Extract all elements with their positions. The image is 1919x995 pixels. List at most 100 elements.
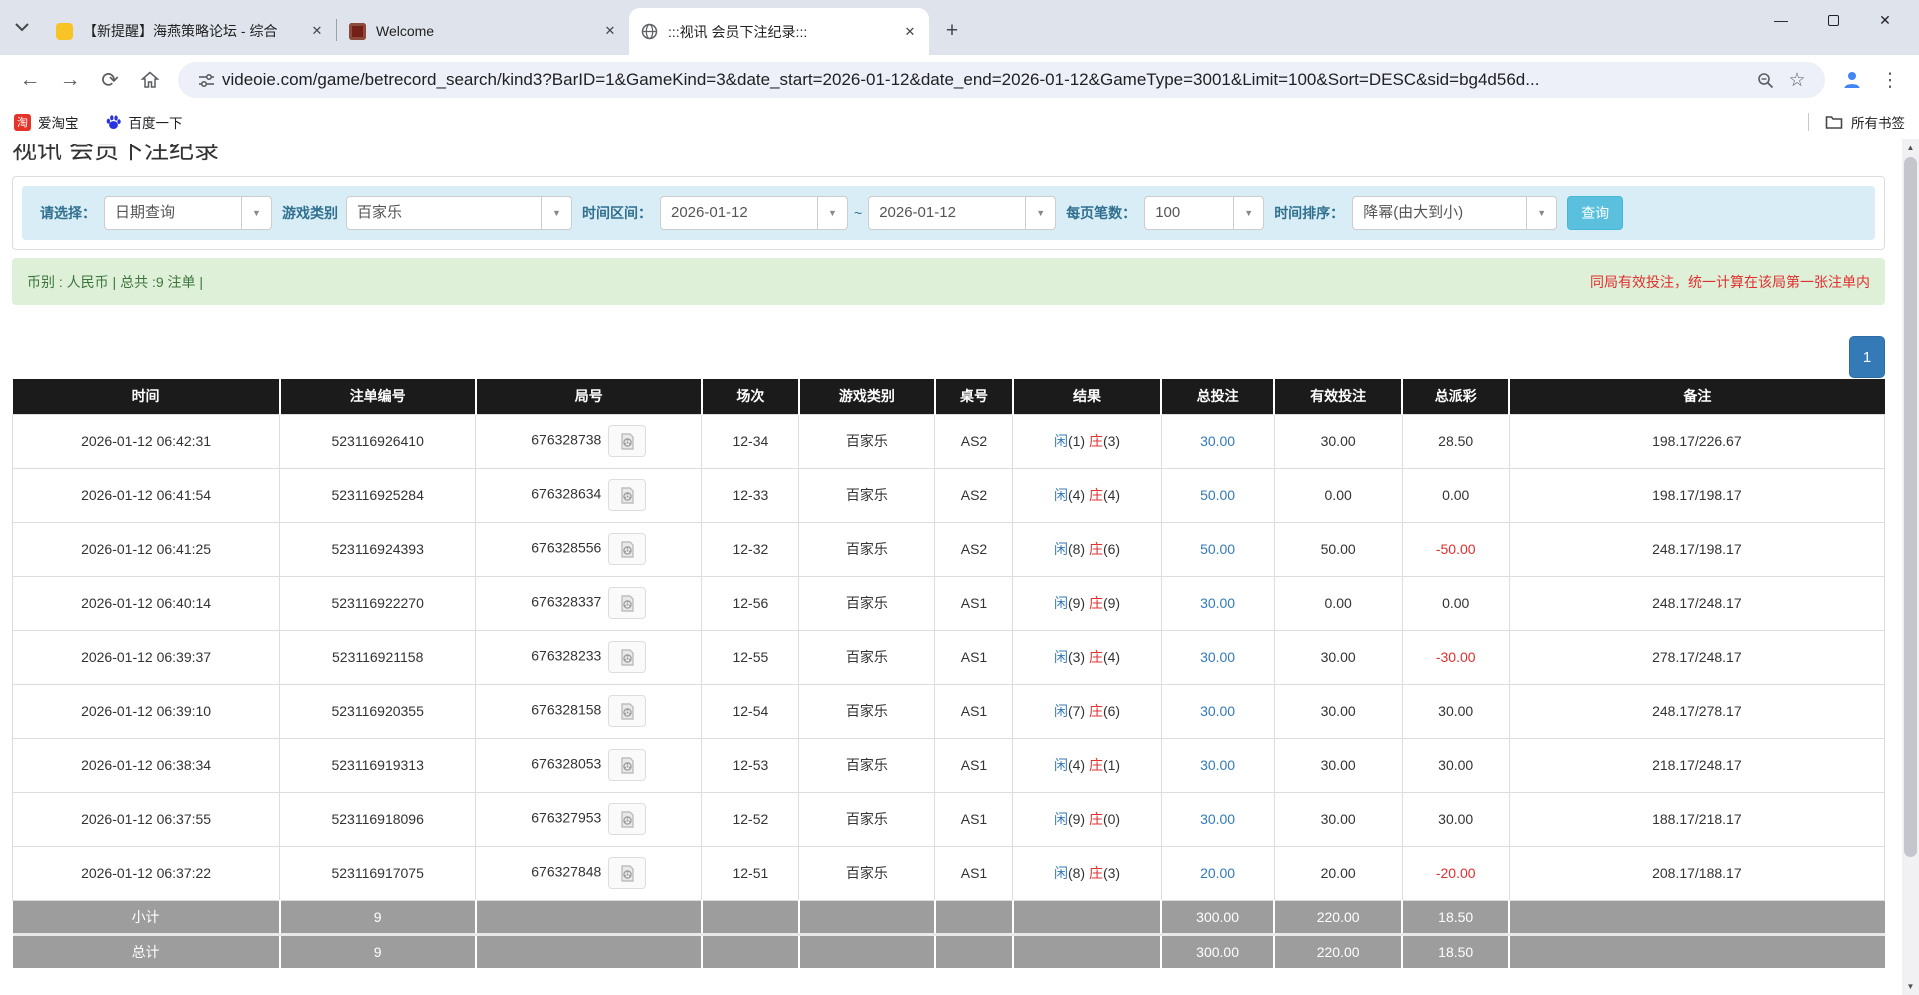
cell-table-no: AS2 (935, 522, 1013, 576)
banker-result: 庄 (1089, 595, 1103, 611)
search-button[interactable]: 查询 (1567, 196, 1623, 230)
page-size-select[interactable]: 100 ▼ (1144, 196, 1264, 230)
cell-payout: 0.00 (1402, 576, 1509, 630)
cell-payout: 30.00 (1402, 792, 1509, 846)
page-scrollbar[interactable]: ▲ ▼ (1902, 139, 1919, 995)
url-text[interactable]: videoie.com/game/betrecord_search/kind3?… (222, 70, 1749, 90)
tab-search-button[interactable] (0, 0, 44, 55)
cell-order-no: 523116926410 (280, 414, 476, 468)
cell-time: 2026-01-12 06:37:22 (13, 846, 280, 900)
tab-forum[interactable]: 【新提醒】海燕策略论坛 - 综合 ✕ (44, 11, 336, 51)
cell-valid-bet: 0.00 (1274, 468, 1402, 522)
cell-valid-bet: 30.00 (1274, 414, 1402, 468)
cell-round-no: 676328053 (476, 738, 702, 792)
close-tab-icon[interactable]: ✕ (308, 22, 326, 40)
table-row: 2026-01-12 06:41:54 523116925284 6763286… (13, 468, 1885, 522)
cell-total-bet-link[interactable]: 30.00 (1161, 684, 1274, 738)
video-replay-button[interactable] (608, 803, 646, 835)
total-row: 总计 9 300.00 220.00 18.50 (13, 934, 1885, 968)
scrollbar-thumb[interactable] (1904, 157, 1917, 857)
bookmark-label: 爱淘宝 (38, 112, 79, 132)
banker-result: 庄 (1089, 487, 1103, 503)
cell-game: 百家乐 (799, 792, 935, 846)
cell-result: 闲(9) 庄(0) (1013, 792, 1161, 846)
video-replay-button[interactable] (608, 587, 646, 619)
cell-game: 百家乐 (799, 468, 935, 522)
new-tab-button[interactable]: + (937, 16, 967, 46)
cell-total-bet-link[interactable]: 50.00 (1161, 522, 1274, 576)
video-replay-button[interactable] (608, 533, 646, 565)
bookmark-star-button[interactable]: ☆ (1781, 64, 1813, 96)
forward-button[interactable]: → (50, 60, 90, 100)
tab-title: 【新提醒】海燕策略论坛 - 综合 (83, 21, 300, 41)
cell-session: 12-52 (702, 792, 799, 846)
close-tab-icon[interactable]: ✕ (601, 22, 619, 40)
cell-total-bet-link[interactable]: 20.00 (1161, 846, 1274, 900)
banker-result: 庄 (1089, 541, 1103, 557)
video-replay-button[interactable] (608, 695, 646, 727)
cell-total-bet-link[interactable]: 30.00 (1161, 576, 1274, 630)
date-start-select[interactable]: 2026-01-12 ▼ (660, 196, 848, 230)
minimize-button[interactable]: — (1755, 0, 1807, 40)
cell-total-bet-link[interactable]: 30.00 (1161, 414, 1274, 468)
zoom-indicator-button[interactable] (1749, 64, 1781, 96)
cell-game: 百家乐 (799, 738, 935, 792)
reload-button[interactable]: ⟳ (90, 60, 130, 100)
banker-count: (1) (1103, 757, 1120, 773)
cell-order-no: 523116918096 (280, 792, 476, 846)
video-icon (618, 811, 637, 828)
back-button[interactable]: ← (10, 60, 50, 100)
page-1-button[interactable]: 1 (1849, 336, 1885, 378)
sort-order-select[interactable]: 降幂(由大到小) ▼ (1352, 196, 1557, 230)
video-replay-button[interactable] (608, 425, 646, 457)
site-info-button[interactable] (190, 64, 222, 96)
date-end-select[interactable]: 2026-01-12 ▼ (868, 196, 1056, 230)
close-tab-icon[interactable]: ✕ (901, 23, 919, 41)
cell-total-bet-link[interactable]: 30.00 (1161, 630, 1274, 684)
video-replay-button[interactable] (608, 749, 646, 781)
all-bookmarks[interactable]: 所有书签 (1808, 112, 1905, 132)
cell-payout: -50.00 (1402, 522, 1509, 576)
video-replay-button[interactable] (608, 641, 646, 673)
banker-result: 庄 (1089, 703, 1103, 719)
bookmark-taobao[interactable]: 淘 爱淘宝 (14, 112, 79, 132)
video-replay-button[interactable] (608, 479, 646, 511)
page-size-value: 100 (1145, 197, 1233, 229)
col-header-time: 时间 (13, 379, 280, 414)
scroll-up-icon[interactable]: ▲ (1902, 139, 1919, 156)
video-replay-button[interactable] (608, 857, 646, 889)
cell-total-bet-link[interactable]: 50.00 (1161, 468, 1274, 522)
browser-menu-button[interactable]: ⋮ (1871, 61, 1909, 99)
address-bar[interactable]: videoie.com/game/betrecord_search/kind3?… (178, 62, 1825, 98)
subtotal-label: 小计 (13, 900, 280, 934)
tab-welcome[interactable]: Welcome ✕ (337, 11, 629, 51)
player-result: 闲 (1054, 433, 1068, 449)
cell-payout: 30.00 (1402, 684, 1509, 738)
tab-bet-records-active[interactable]: :::视讯 会员下注纪录::: ✕ (629, 8, 929, 55)
game-category-value: 百家乐 (347, 197, 541, 229)
player-result: 闲 (1054, 541, 1068, 557)
banker-count: (6) (1103, 703, 1120, 719)
cell-result: 闲(4) 庄(4) (1013, 468, 1161, 522)
bookmark-baidu[interactable]: 百度一下 (105, 112, 183, 132)
page-title-clipped: 视讯 会员下注纪录 (12, 144, 1885, 161)
sort-order-label: 时间排序： (1274, 203, 1344, 223)
player-count: (1) (1068, 433, 1085, 449)
cell-result: 闲(1) 庄(3) (1013, 414, 1161, 468)
game-category-select[interactable]: 百家乐 ▼ (346, 196, 572, 230)
cell-time: 2026-01-12 06:39:37 (13, 630, 280, 684)
cell-order-no: 523116924393 (280, 522, 476, 576)
cell-total-bet-link[interactable]: 30.00 (1161, 792, 1274, 846)
query-type-select[interactable]: 日期查询 ▼ (104, 196, 272, 230)
home-button[interactable] (130, 60, 170, 100)
tab-title: Welcome (376, 23, 593, 39)
scroll-down-icon[interactable]: ▼ (1902, 978, 1919, 995)
close-window-button[interactable]: ✕ (1859, 0, 1911, 40)
profile-avatar-button[interactable] (1833, 61, 1871, 99)
chevron-down-icon: ▼ (241, 197, 271, 229)
maximize-button[interactable] (1807, 0, 1859, 40)
cell-session: 12-51 (702, 846, 799, 900)
cell-total-bet-link[interactable]: 30.00 (1161, 738, 1274, 792)
banker-result: 庄 (1089, 865, 1103, 881)
table-row: 2026-01-12 06:37:22 523116917075 6763278… (13, 846, 1885, 900)
